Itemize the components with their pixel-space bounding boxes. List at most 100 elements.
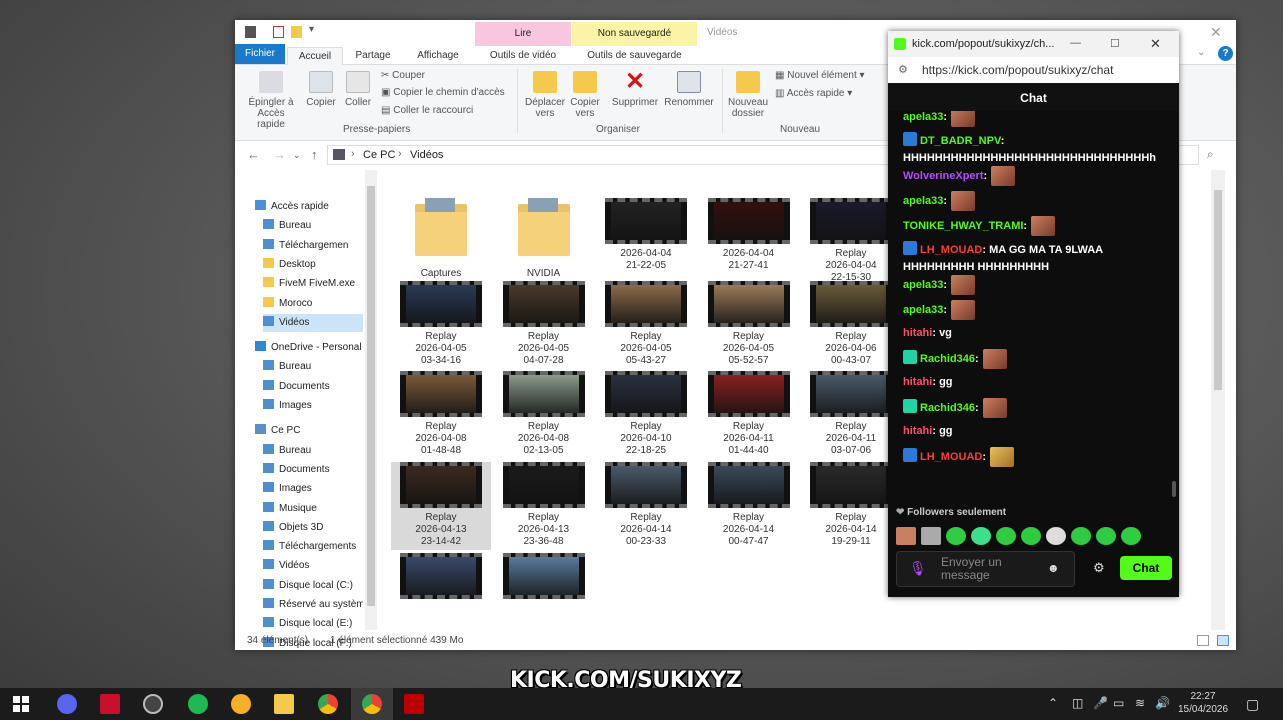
quick-emote-icon[interactable] — [1046, 527, 1066, 545]
volume-icon[interactable]: 🔊 — [1155, 696, 1170, 710]
chat-username[interactable]: Rachid346 — [920, 402, 975, 414]
maximize-icon[interactable]: ☐ — [1110, 31, 1120, 57]
chat-username[interactable]: WolverineXpert — [903, 170, 984, 182]
cut-button[interactable]: ✂ Couper — [381, 70, 425, 81]
nav-item[interactable]: Desktop — [263, 256, 363, 274]
nav-item[interactable]: Bureau — [263, 442, 363, 460]
nav-item[interactable]: Images — [263, 480, 363, 498]
tray-display-icon[interactable]: ▭ — [1113, 696, 1124, 710]
copy-button[interactable]: Copier — [303, 71, 339, 108]
tab-accueil[interactable]: Accueil — [287, 47, 343, 65]
tab-outils-sauvegarde[interactable]: Outils de sauvegarde — [572, 47, 697, 64]
chat-app-icon[interactable] — [231, 694, 251, 714]
close-icon[interactable]: ✕ — [1210, 24, 1222, 41]
nav-item[interactable]: Vidéos — [263, 313, 363, 332]
video-file-item[interactable]: Replay 2026-04-04 22-15-30 — [801, 198, 901, 284]
tab-fichier[interactable]: Fichier — [235, 44, 285, 64]
nav-scroll-thumb[interactable] — [367, 186, 375, 606]
paste-button[interactable]: Coller — [341, 71, 375, 108]
tab-affichage[interactable]: Affichage — [407, 47, 469, 64]
chrome-popup-icon[interactable] — [362, 694, 382, 714]
tab-outils-video[interactable]: Outils de vidéo — [475, 47, 571, 64]
large-icons-view-icon[interactable] — [1217, 635, 1229, 646]
send-chat-button[interactable]: Chat — [1120, 556, 1172, 580]
microphone-tray-icon[interactable]: 🎤 — [1093, 696, 1108, 710]
discord-icon[interactable] — [57, 694, 77, 714]
search-icon[interactable]: ⌕ — [1207, 147, 1214, 162]
nav-item[interactable]: Ce PC — [255, 422, 365, 440]
help-icon[interactable]: ? — [1218, 46, 1233, 61]
quick-emote-icon[interactable] — [1071, 527, 1091, 545]
chat-username[interactable]: hitahi — [903, 376, 932, 388]
chat-username[interactable]: LH_MOUAD — [920, 244, 982, 256]
tab-partage[interactable]: Partage — [345, 47, 401, 64]
nav-item[interactable]: Téléchargements — [263, 538, 363, 556]
content-scrollbar[interactable] — [1211, 170, 1225, 630]
up-arrow-icon[interactable]: ↑ — [311, 147, 318, 162]
chat-username[interactable]: DT_BADR_NPV — [920, 135, 1001, 147]
tray-app-icon[interactable]: ◫ — [1072, 696, 1083, 710]
easy-access-button[interactable]: ▥ Accès rapide ▾ — [775, 88, 852, 99]
video-file-item[interactable] — [494, 552, 594, 603]
copy-to-button[interactable]: Copier vers — [567, 71, 603, 119]
close-icon[interactable]: ✕ — [1150, 31, 1161, 57]
back-arrow-icon[interactable]: ← — [247, 147, 260, 162]
breadcrumb-ce-pc[interactable]: Ce PC — [363, 149, 395, 161]
chat-username[interactable]: hitahi — [903, 425, 932, 437]
video-file-item[interactable]: Replay 2026-04-05 03-34-16 — [391, 280, 491, 367]
nav-item[interactable]: Vidéos — [263, 557, 363, 575]
file-explorer-taskbar-icon[interactable] — [274, 694, 294, 714]
nav-scrollbar[interactable] — [365, 170, 377, 630]
adobe-app-icon[interactable] — [100, 694, 120, 714]
minimize-icon[interactable]: — — [1070, 30, 1081, 56]
rename-button[interactable]: Renommer — [663, 71, 715, 108]
video-file-item[interactable]: Replay 2026-04-05 05-52-57 — [699, 280, 799, 367]
new-item-button[interactable]: ▦ Nouvel élément ▾ — [775, 70, 865, 81]
video-file-item[interactable]: Replay 2026-04-10 22-18-25 — [596, 371, 696, 457]
paste-shortcut-button[interactable]: ▤ Coller le raccourci — [381, 105, 473, 116]
nav-item[interactable]: Musique — [263, 500, 363, 518]
context-tab-non-sauvegarde[interactable]: Non sauvegardé — [572, 22, 697, 46]
chat-window-titlebar[interactable]: kick.com/popout/sukixyz/ch... — ☐ ✕ — [888, 31, 1179, 57]
chat-username[interactable]: apela33 — [903, 111, 943, 123]
video-file-item[interactable]: Replay 2026-04-13 23-14-42 — [391, 462, 491, 551]
emoji-icon[interactable]: ☻ — [1047, 561, 1060, 575]
history-chevron-icon[interactable]: ⌄ — [293, 150, 301, 161]
notifications-icon[interactable]: ▢ — [1246, 696, 1259, 713]
quick-emote-icon[interactable] — [996, 527, 1016, 545]
spotify-icon[interactable] — [188, 694, 208, 714]
video-file-item[interactable]: Replay 2026-04-05 04-07-28 — [494, 280, 594, 367]
chat-username[interactable]: apela33 — [903, 195, 943, 207]
pin-button[interactable]: Épingler à Accès rapide — [243, 71, 299, 130]
video-file-item[interactable]: Replay 2026-04-08 02-13-05 — [494, 371, 594, 457]
wifi-icon[interactable]: ≋ — [1135, 696, 1145, 710]
quick-emote-icon[interactable] — [921, 527, 941, 545]
forward-arrow-icon[interactable]: → — [273, 147, 286, 162]
nav-item[interactable]: Accès rapide — [255, 198, 365, 216]
video-file-item[interactable]: 2026-04-04 21-27-41 — [699, 198, 799, 272]
obs-recorder-icon[interactable] — [143, 694, 163, 714]
nav-item[interactable]: Images — [263, 397, 363, 415]
chrome-icon[interactable] — [318, 694, 338, 714]
video-file-item[interactable]: Replay 2026-04-14 19-29-11 — [801, 462, 901, 548]
expand-ribbon-icon[interactable]: ⌄ — [1197, 47, 1205, 58]
nav-item[interactable]: Moroco — [263, 295, 363, 313]
quick-emote-icon[interactable] — [971, 527, 991, 545]
video-file-item[interactable]: Replay 2026-04-11 01-44-40 — [699, 371, 799, 457]
video-file-item[interactable]: Replay 2026-04-14 00-23-33 — [596, 462, 696, 548]
breadcrumb-videos[interactable]: Vidéos — [410, 149, 443, 161]
chat-scroll-thumb[interactable] — [1172, 481, 1176, 497]
chat-username[interactable]: hitahi — [903, 327, 932, 339]
new-folder-quick-icon[interactable] — [291, 26, 302, 38]
move-to-button[interactable]: Déplacer vers — [521, 71, 569, 119]
message-input[interactable]: 🎙 Envoyer un message ☻ — [896, 551, 1075, 587]
nav-item[interactable]: Réservé au systèm — [263, 596, 363, 614]
quick-emote-icon[interactable] — [1096, 527, 1116, 545]
chat-username[interactable]: LH_MOUAD — [920, 451, 982, 463]
details-view-icon[interactable] — [1197, 635, 1209, 646]
video-file-item[interactable]: Replay 2026-04-08 01-48-48 — [391, 371, 491, 457]
copy-path-button[interactable]: ▣ Copier le chemin d'accès — [381, 87, 505, 98]
quick-emote-icon[interactable] — [1021, 527, 1041, 545]
nav-item[interactable]: Téléchargemen — [263, 237, 363, 255]
nav-item[interactable]: OneDrive - Personal — [255, 339, 365, 357]
